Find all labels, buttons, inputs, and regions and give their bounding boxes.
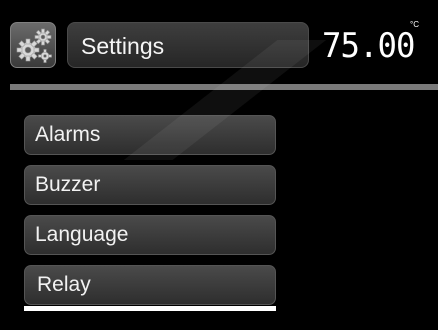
- menu-item-label: Buzzer: [35, 173, 101, 196]
- menu-item-alarms[interactable]: Alarms: [24, 115, 276, 155]
- menu-item-label: Alarms: [35, 123, 101, 146]
- menu-item-relay[interactable]: Relay: [24, 265, 276, 305]
- gears-icon: [10, 22, 56, 68]
- settings-screen: Settings 75.00 °C Alarms Buzzer Language…: [0, 0, 438, 330]
- title-box: Settings: [67, 22, 309, 68]
- page-title: Settings: [81, 33, 165, 59]
- menu-item-label: Language: [35, 223, 129, 246]
- header-divider: [10, 84, 438, 90]
- menu-item-buzzer[interactable]: Buzzer: [24, 165, 276, 205]
- menu-item-label: Relay: [37, 273, 91, 296]
- temperature-readout: 75.00: [322, 26, 415, 66]
- menu-item-language[interactable]: Language: [24, 215, 276, 255]
- selection-indicator: [24, 306, 276, 311]
- temperature-unit: °C: [410, 20, 419, 29]
